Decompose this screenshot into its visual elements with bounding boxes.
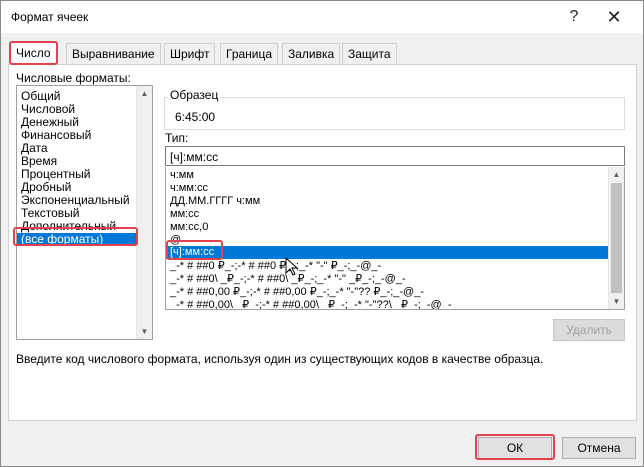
tab-fill[interactable]: Заливка [282, 43, 341, 65]
format-item[interactable]: ч:мм [170, 169, 194, 182]
help-button[interactable]: ? [557, 5, 591, 29]
annotation-highlight-ok [475, 434, 555, 460]
tab-font[interactable]: Шрифт [164, 43, 216, 65]
title-bar: Формат ячеек ? ✕ [1, 1, 643, 33]
type-label: Тип: [165, 131, 189, 145]
scroll-down-icon[interactable]: ▼ [137, 324, 152, 339]
sample-group [164, 97, 625, 130]
scroll-thumb[interactable] [611, 183, 622, 293]
format-item[interactable]: ч:мм:сс [170, 182, 208, 195]
format-scrollbar[interactable]: ▲ ▼ [608, 167, 624, 309]
annotation-highlight-category [13, 227, 138, 246]
scroll-up-icon[interactable]: ▲ [137, 86, 152, 101]
format-list[interactable]: ч:мм ч:мм:сс ДД.ММ.ГГГГ ч:мм мм:сс мм:сс… [165, 167, 625, 310]
format-item[interactable]: мм:сс [170, 208, 199, 221]
category-scrollbar[interactable]: ▲ ▼ [136, 86, 152, 339]
tab-border[interactable]: Граница [220, 43, 279, 65]
format-item[interactable]: ДД.ММ.ГГГГ ч:мм [170, 195, 260, 208]
format-cells-dialog: Формат ячеек ? ✕ Число Выравнивание Шриф… [0, 0, 644, 467]
tab-number[interactable]: Число [9, 41, 58, 65]
format-item-selected[interactable]: [ч]:мм:сс [166, 246, 609, 259]
type-input[interactable]: [ч]:мм:сс [165, 146, 625, 166]
number-formats-label: Числовые форматы: [16, 71, 131, 85]
cancel-button[interactable]: Отмена [562, 437, 636, 459]
delete-button[interactable]: Удалить [553, 319, 625, 341]
tab-alignment[interactable]: Выравнивание [66, 43, 161, 65]
format-item[interactable]: мм:сс,0 [170, 221, 208, 234]
format-item[interactable]: _-* # ##0 ₽_-;-* # ##0 ₽_-;_-* "-" ₽_-;_… [170, 260, 381, 273]
scroll-up-icon[interactable]: ▲ [609, 167, 624, 182]
mouse-cursor-icon [285, 257, 299, 276]
format-description: Введите код числового формата, используя… [16, 352, 544, 366]
sample-value: 6:45:00 [175, 110, 216, 124]
format-item[interactable]: _-* # ##0,00\ _₽_-;-* # ##0,00\ _₽_-;_-*… [170, 299, 452, 309]
tab-protection[interactable]: Защита [342, 43, 397, 65]
annotation-highlight-format [166, 240, 223, 260]
scroll-down-icon[interactable]: ▼ [609, 294, 624, 309]
category-list[interactable]: Общий Числовой Денежный Финансовый Дата … [16, 85, 153, 340]
dialog-title: Формат ячеек [11, 10, 89, 24]
format-item[interactable]: _-* # ##0,00 ₽_-;-* # ##0,00 ₽_-;_-* "-"… [170, 286, 424, 299]
close-button[interactable]: ✕ [597, 5, 631, 29]
sample-label: Образец [168, 88, 221, 102]
